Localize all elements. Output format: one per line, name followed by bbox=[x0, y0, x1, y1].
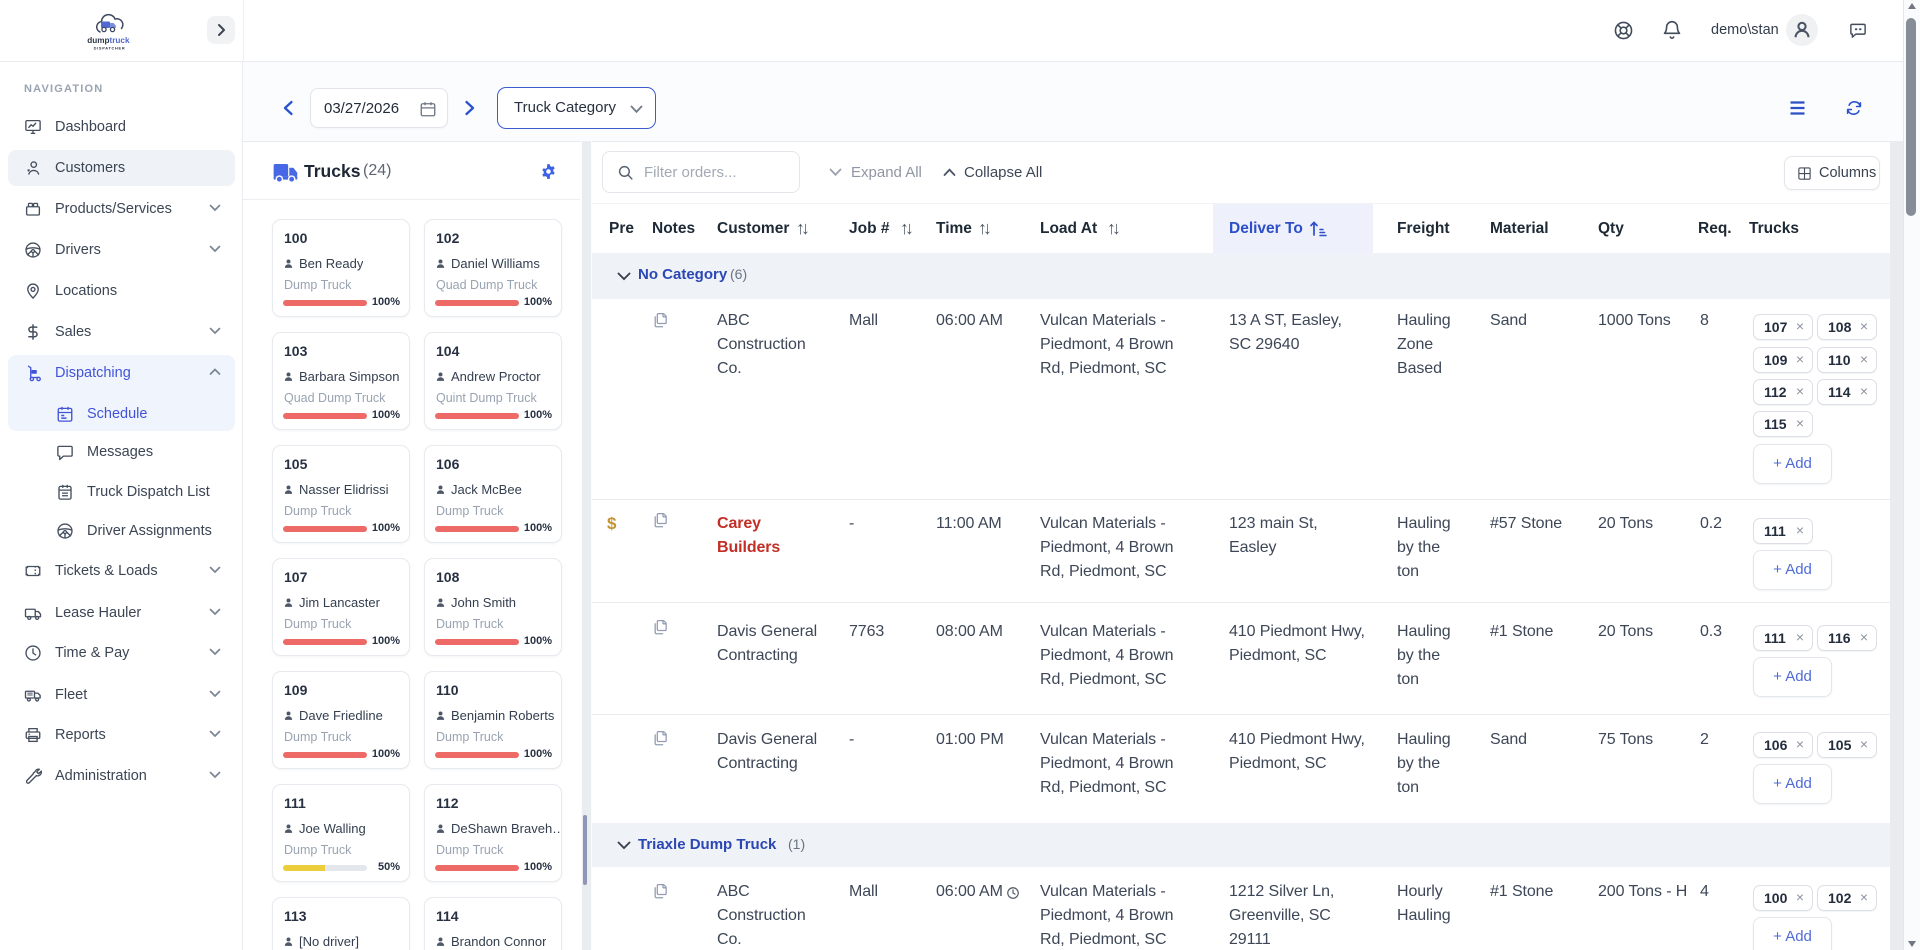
svg-text:DISPATCHER: DISPATCHER bbox=[94, 46, 126, 51]
svg-text:dump: dump bbox=[87, 36, 109, 45]
svg-text:truck: truck bbox=[110, 36, 130, 45]
